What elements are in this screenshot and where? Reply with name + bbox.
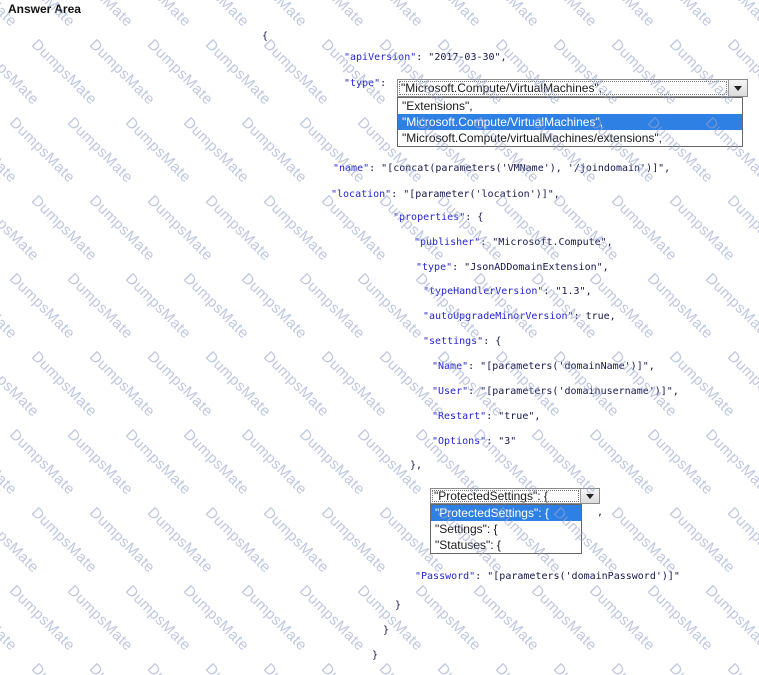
json-punctuation: :	[480, 237, 492, 248]
json-key: "Name"	[432, 361, 468, 372]
json-punctuation: : {	[483, 336, 501, 347]
code-line: "settings": {	[423, 336, 501, 348]
dropdown-option[interactable]: "ProtectedSettings": {	[431, 505, 581, 521]
json-punctuation: :	[452, 262, 464, 273]
code-line: "location": "[parameter('location')]",	[331, 189, 560, 201]
dropdown-option[interactable]: "Microsoft.Compute/virtualMachines/exten…	[398, 130, 742, 146]
json-punctuation: :	[486, 411, 498, 422]
type-dropdown-value[interactable]: "Microsoft.Compute/VirtualMachines",	[398, 80, 728, 96]
code-line: "Name": "[parameters('domainName')]",	[432, 361, 655, 373]
json-punctuation: :	[468, 361, 480, 372]
code-line: },	[410, 460, 422, 472]
code-line: {	[262, 31, 268, 43]
code-line: "type": "JsonADDomainExtension",	[416, 262, 609, 274]
chevron-down-icon	[586, 494, 594, 499]
json-value: "[parameters('domainName')]",	[480, 361, 655, 372]
json-punctuation: :	[416, 52, 428, 63]
code-line: }	[383, 625, 389, 637]
code-line: }	[372, 650, 378, 662]
json-punctuation: :	[380, 78, 386, 89]
json-punctuation: :	[369, 163, 381, 174]
code-line: "autoUpgradeMinorVersion": true,	[423, 311, 616, 323]
protected-settings-dropdown[interactable]: "ProtectedSettings": {	[430, 488, 600, 504]
json-value: "JsonADDomainExtension",	[464, 262, 609, 273]
json-key: "location"	[331, 189, 391, 200]
json-key: "typeHandlerVersion"	[423, 286, 543, 297]
json-punctuation: }	[383, 625, 389, 636]
json-punctuation: }	[395, 600, 401, 611]
json-punctuation: :	[391, 189, 403, 200]
json-value: "1.3",	[555, 286, 591, 297]
json-key: "name"	[333, 163, 369, 174]
json-punctuation: :	[543, 286, 555, 297]
code-line: "Restart": "true",	[432, 411, 540, 423]
json-value: "[parameters('domainPassword')]"	[487, 571, 680, 582]
json-key: "apiVersion"	[344, 52, 416, 63]
json-key: "User"	[432, 386, 468, 397]
json-key: "properties"	[393, 212, 465, 223]
json-key: "Options"	[432, 436, 486, 447]
dropdown-option[interactable]: "Settings": {	[431, 521, 581, 537]
protected-settings-dropdown-value[interactable]: "ProtectedSettings": {	[431, 489, 580, 503]
json-punctuation: {	[262, 31, 268, 42]
json-value: "[concat(parameters('VMName'), '/joindom…	[381, 163, 670, 174]
json-value: true,	[586, 311, 616, 322]
json-punctuation: :	[475, 571, 487, 582]
dropdown-option[interactable]: "Microsoft.Compute/VirtualMachines",	[398, 114, 742, 130]
chevron-down-icon	[734, 86, 742, 91]
dropdown-option[interactable]: "Extensions",	[398, 98, 742, 114]
answer-area-panel: Answer Area {"apiVersion": "2017-03-30",…	[0, 0, 759, 675]
json-key: "type"	[344, 78, 380, 89]
code-line: "name": "[concat(parameters('VMName'), '…	[333, 163, 670, 175]
json-value: "[parameters('domainusername')]",	[480, 386, 679, 397]
type-dropdown-button[interactable]	[728, 80, 747, 96]
type-dropdown[interactable]: "Microsoft.Compute/VirtualMachines",	[397, 79, 748, 97]
code-line: "publisher": "Microsoft.Compute",	[414, 237, 613, 249]
code-line: "typeHandlerVersion": "1.3",	[423, 286, 592, 298]
json-punctuation: :	[486, 436, 498, 447]
json-key: "Password"	[415, 571, 475, 582]
protected-settings-dropdown-button[interactable]	[580, 489, 599, 503]
json-value: "[parameter('location')]",	[403, 189, 560, 200]
code-line: "Options": "3"	[432, 436, 516, 448]
json-value: "true",	[498, 411, 540, 422]
type-dropdown-list: "Extensions","Microsoft.Compute/VirtualM…	[397, 97, 743, 147]
json-key: "settings"	[423, 336, 483, 347]
json-punctuation: ,	[597, 507, 603, 518]
json-value: "3"	[498, 436, 516, 447]
json-punctuation: },	[410, 460, 422, 471]
code-line: "apiVersion": "2017-03-30",	[344, 52, 507, 64]
dropdown-option[interactable]: "Statuses": {	[431, 537, 581, 553]
json-value: "2017-03-30",	[428, 52, 506, 63]
json-punctuation: :	[574, 311, 586, 322]
code-line: ,	[597, 507, 603, 519]
json-key: "type"	[416, 262, 452, 273]
code-line: "properties": {	[393, 212, 483, 224]
json-key: "Restart"	[432, 411, 486, 422]
code-line: "User": "[parameters('domainusername')]"…	[432, 386, 679, 398]
json-punctuation: :	[468, 386, 480, 397]
json-punctuation: }	[372, 650, 378, 661]
json-punctuation: : {	[465, 212, 483, 223]
code-line: "type":	[344, 78, 386, 90]
code-line: }	[395, 600, 401, 612]
json-value: "Microsoft.Compute",	[492, 237, 612, 248]
json-key: "publisher"	[414, 237, 480, 248]
code-line: "Password": "[parameters('domainPassword…	[415, 571, 680, 583]
protected-settings-dropdown-list: "ProtectedSettings": {"Settings": {"Stat…	[430, 504, 582, 554]
json-key: "autoUpgradeMinorVersion"	[423, 311, 574, 322]
